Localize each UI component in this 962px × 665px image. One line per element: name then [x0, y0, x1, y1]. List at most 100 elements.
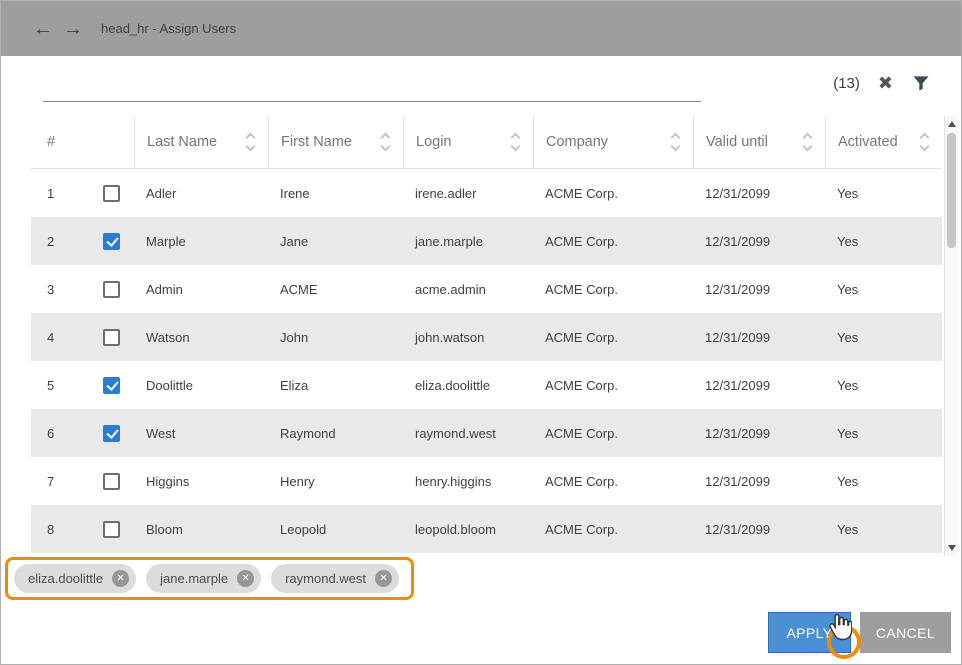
table-row: 4WatsonJohnjohn.watsonACME Corp.12/31/20… [31, 313, 942, 361]
column-header-login[interactable]: Login [403, 116, 533, 168]
sort-icon[interactable] [382, 134, 389, 150]
column-label: # [47, 134, 55, 150]
scroll-down-icon[interactable] [948, 545, 956, 551]
apply-button[interactable]: APPLY [768, 612, 851, 653]
cell-last-name: West [134, 426, 268, 441]
chip-remove-icon[interactable]: ✕ [237, 570, 254, 587]
chip-remove-icon[interactable]: ✕ [375, 570, 392, 587]
assign-users-dialog: ← → head_hr - Assign Users (13) ✖ # Last … [0, 0, 962, 665]
vertical-scrollbar[interactable] [944, 116, 958, 556]
row-checkbox[interactable] [103, 473, 120, 490]
row-number: 8 [47, 522, 103, 537]
cell-login: henry.higgins [403, 474, 533, 489]
column-label: Valid until [706, 134, 768, 150]
column-header--: # [31, 116, 134, 168]
clear-filter-icon[interactable]: ✖ [878, 74, 893, 92]
table-row: 3AdminACMEacme.adminACME Corp.12/31/2099… [31, 265, 942, 313]
cell-activated: Yes [825, 378, 942, 393]
sort-icon[interactable] [921, 134, 928, 150]
column-label: Activated [838, 134, 898, 150]
selected-users-chips: eliza.doolittle✕jane.marple✕raymond.west… [5, 557, 414, 600]
cell-last-name: Watson [134, 330, 268, 345]
users-table: # Last Name First Name Login Company Valid un… [31, 116, 942, 553]
filter-input[interactable] [43, 71, 701, 102]
table-body: 1AdlerIreneirene.adlerACME Corp.12/31/20… [31, 169, 942, 553]
cell-login: acme.admin [403, 282, 533, 297]
row-number-cell: 6 [31, 425, 134, 442]
cell-activated: Yes [825, 330, 942, 345]
cell-last-name: Bloom [134, 522, 268, 537]
cell-company: ACME Corp. [533, 282, 693, 297]
column-label: First Name [281, 134, 352, 150]
row-number: 4 [47, 330, 103, 345]
row-number-cell: 3 [31, 281, 134, 298]
cell-valid-until: 12/31/2099 [693, 234, 825, 249]
user-chip: jane.marple✕ [146, 564, 261, 593]
cell-valid-until: 12/31/2099 [693, 330, 825, 345]
table-header-row: # Last Name First Name Login Company Valid un… [31, 116, 942, 169]
sort-icon[interactable] [512, 134, 519, 150]
cell-activated: Yes [825, 234, 942, 249]
row-number: 1 [47, 186, 103, 201]
row-number-cell: 5 [31, 377, 134, 394]
cell-first-name: Leopold [268, 522, 403, 537]
row-checkbox[interactable] [103, 185, 120, 202]
scroll-up-icon[interactable] [948, 121, 956, 127]
column-label: Company [546, 134, 608, 150]
table-row: 8BloomLeopoldleopold.bloomACME Corp.12/3… [31, 505, 942, 553]
titlebar: ← → head_hr - Assign Users [1, 1, 961, 56]
cell-first-name: Irene [268, 186, 403, 201]
sort-icon[interactable] [804, 134, 811, 150]
cell-activated: Yes [825, 186, 942, 201]
table-row: 1AdlerIreneirene.adlerACME Corp.12/31/20… [31, 169, 942, 217]
cell-last-name: Marple [134, 234, 268, 249]
dialog-actions: APPLY CANCEL [768, 612, 951, 653]
cell-activated: Yes [825, 522, 942, 537]
row-checkbox[interactable] [103, 329, 120, 346]
cell-login: eliza.doolittle [403, 378, 533, 393]
cell-company: ACME Corp. [533, 330, 693, 345]
row-number: 6 [47, 426, 103, 441]
result-count: (13) [833, 75, 860, 92]
dialog-title: head_hr - Assign Users [101, 21, 236, 36]
row-number-cell: 8 [31, 521, 134, 538]
row-number-cell: 4 [31, 329, 134, 346]
row-checkbox[interactable] [103, 233, 120, 250]
cell-last-name: Adler [134, 186, 268, 201]
sort-icon[interactable] [247, 134, 254, 150]
cell-valid-until: 12/31/2099 [693, 474, 825, 489]
cell-last-name: Admin [134, 282, 268, 297]
cell-first-name: John [268, 330, 403, 345]
row-number-cell: 2 [31, 233, 134, 250]
column-header-activated[interactable]: Activated [825, 116, 942, 168]
chip-remove-icon[interactable]: ✕ [112, 570, 129, 587]
row-number: 3 [47, 282, 103, 297]
column-label: Login [416, 134, 451, 150]
cell-activated: Yes [825, 426, 942, 441]
row-checkbox[interactable] [103, 425, 120, 442]
row-checkbox[interactable] [103, 521, 120, 538]
scrollbar-thumb[interactable] [947, 133, 956, 248]
cell-first-name: Henry [268, 474, 403, 489]
column-header-company[interactable]: Company [533, 116, 693, 168]
column-header-last-name[interactable]: Last Name [134, 116, 268, 168]
table-row: 5DoolittleElizaeliza.doolittleACME Corp.… [31, 361, 942, 409]
row-number-cell: 1 [31, 185, 134, 202]
forward-arrow-icon[interactable]: → [63, 19, 83, 39]
chip-label: raymond.west [285, 571, 366, 586]
back-arrow-icon[interactable]: ← [33, 19, 53, 39]
sort-icon[interactable] [672, 134, 679, 150]
filter-funnel-icon[interactable] [911, 73, 931, 93]
table-row: 2MarpleJanejane.marpleACME Corp.12/31/20… [31, 217, 942, 265]
row-checkbox[interactable] [103, 281, 120, 298]
column-header-first-name[interactable]: First Name [268, 116, 403, 168]
column-header-valid-until[interactable]: Valid until [693, 116, 825, 168]
row-number: 5 [47, 378, 103, 393]
table-row: 6WestRaymondraymond.westACME Corp.12/31/… [31, 409, 942, 457]
cell-company: ACME Corp. [533, 234, 693, 249]
cell-first-name: Jane [268, 234, 403, 249]
cell-valid-until: 12/31/2099 [693, 378, 825, 393]
cell-login: jane.marple [403, 234, 533, 249]
row-checkbox[interactable] [103, 377, 120, 394]
cancel-button[interactable]: CANCEL [860, 612, 951, 653]
